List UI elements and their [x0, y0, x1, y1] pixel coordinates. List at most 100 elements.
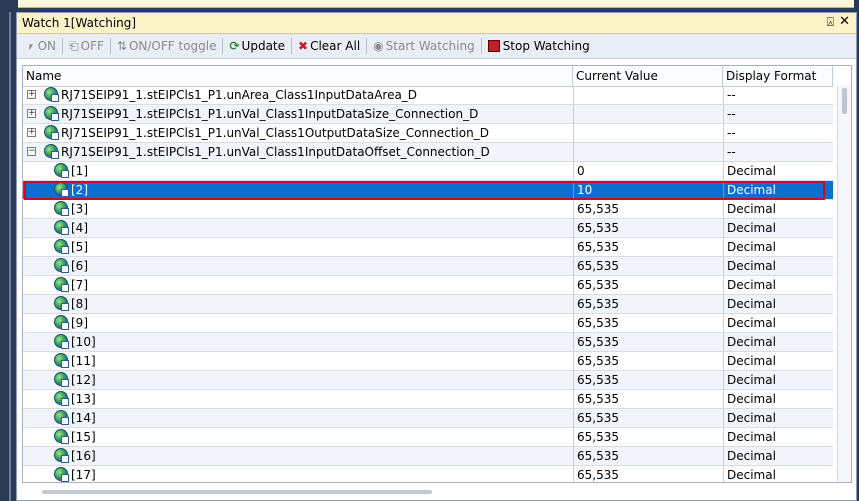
display-format-cell[interactable]: Decimal — [723, 409, 833, 427]
name-cell: [7] — [23, 276, 573, 294]
current-value-cell[interactable]: 65,535 — [573, 409, 723, 427]
table-row[interactable]: [1] 0 Decimal — [23, 162, 833, 181]
element-name: [6] — [71, 259, 88, 273]
display-format-cell[interactable]: Decimal — [723, 257, 833, 275]
display-format-cell[interactable]: Decimal — [723, 447, 833, 465]
display-format-cell[interactable]: Decimal — [723, 181, 833, 199]
table-row[interactable]: [15] 65,535 Decimal — [23, 428, 833, 447]
display-format-cell[interactable]: Decimal — [723, 466, 833, 482]
column-header-current-value[interactable]: Current Value — [573, 66, 723, 86]
current-value-cell[interactable]: 65,535 — [573, 257, 723, 275]
display-format-cell[interactable]: Decimal — [723, 428, 833, 446]
close-icon[interactable]: ✕ — [839, 14, 850, 29]
vertical-scrollbar[interactable] — [837, 86, 851, 482]
display-format-cell[interactable]: Decimal — [723, 219, 833, 237]
horizontal-scroll-thumb[interactable] — [42, 490, 432, 494]
current-value-cell[interactable]: 0 — [573, 162, 723, 180]
table-row[interactable]: [17] 65,535 Decimal — [23, 466, 833, 482]
table-row-selected[interactable]: [2] 10 Decimal — [23, 181, 833, 200]
display-format-cell[interactable]: Decimal — [723, 276, 833, 294]
collapse-icon[interactable]: − — [27, 147, 36, 156]
current-value-cell[interactable] — [573, 124, 723, 142]
display-format-cell[interactable]: -- — [723, 143, 833, 161]
name-cell: [3] — [23, 200, 573, 218]
current-value-cell[interactable]: 65,535 — [573, 447, 723, 465]
name-cell: [2] — [23, 181, 573, 199]
table-row[interactable]: [8] 65,535 Decimal — [23, 295, 833, 314]
horizontal-scrollbar[interactable] — [22, 486, 852, 498]
expand-icon[interactable]: + — [27, 109, 36, 118]
toolbar-separator — [366, 38, 368, 54]
current-value-cell[interactable]: 65,535 — [573, 238, 723, 256]
current-value-cell[interactable]: 65,535 — [573, 352, 723, 370]
table-row[interactable]: [12] 65,535 Decimal — [23, 371, 833, 390]
table-row[interactable]: [10] 65,535 Decimal — [23, 333, 833, 352]
name-cell: + RJ71SEIP91_1.stEIPCls1_P1.unArea_Class… — [23, 86, 573, 104]
element-name: [9] — [71, 316, 88, 330]
name-cell: [5] — [23, 238, 573, 256]
current-value-cell[interactable] — [573, 143, 723, 161]
current-value-cell[interactable]: 65,535 — [573, 219, 723, 237]
table-row[interactable]: [13] 65,535 Decimal — [23, 390, 833, 409]
display-format-cell[interactable]: Decimal — [723, 238, 833, 256]
current-value-cell[interactable]: 65,535 — [573, 466, 723, 482]
current-value-cell[interactable]: 65,535 — [573, 200, 723, 218]
current-value-cell[interactable]: 10 — [573, 181, 723, 199]
display-format-cell[interactable]: Decimal — [723, 295, 833, 313]
display-format-cell[interactable]: Decimal — [723, 162, 833, 180]
stop-watching-button[interactable]: Stop Watching — [485, 36, 593, 56]
current-value-cell[interactable]: 65,535 — [573, 314, 723, 332]
display-format-cell[interactable]: Decimal — [723, 333, 833, 351]
display-format-cell[interactable]: -- — [723, 105, 833, 123]
table-row[interactable]: [4] 65,535 Decimal — [23, 219, 833, 238]
on-button[interactable]: ⎖ ON — [23, 36, 59, 56]
current-value-cell[interactable]: 65,535 — [573, 371, 723, 389]
clear-all-button[interactable]: ✖ Clear All — [295, 36, 363, 56]
global-label-icon — [54, 296, 69, 311]
start-watching-button[interactable]: ◉ Start Watching — [370, 36, 478, 56]
on-off-toggle-button[interactable]: ⇅ ON/OFF toggle — [114, 36, 220, 56]
display-format-cell[interactable]: -- — [723, 86, 833, 104]
display-format-cell[interactable]: Decimal — [723, 390, 833, 408]
table-row[interactable]: + RJ71SEIP91_1.stEIPCls1_P1.unVal_Class1… — [23, 124, 833, 143]
column-header-name[interactable]: Name — [23, 66, 573, 86]
element-name: [3] — [71, 202, 88, 216]
current-value-cell[interactable]: 65,535 — [573, 276, 723, 294]
toolbar-separator — [62, 38, 64, 54]
current-value-cell[interactable]: 65,535 — [573, 428, 723, 446]
table-row[interactable]: [6] 65,535 Decimal — [23, 257, 833, 276]
table-row[interactable]: [9] 65,535 Decimal — [23, 314, 833, 333]
table-row[interactable]: [3] 65,535 Decimal — [23, 200, 833, 219]
toggle-contact-icon: ⇅ — [116, 39, 127, 53]
table-row[interactable]: + RJ71SEIP91_1.stEIPCls1_P1.unArea_Class… — [23, 86, 833, 105]
off-button[interactable]: ⎗ OFF — [66, 36, 107, 56]
current-value-cell[interactable]: 65,535 — [573, 390, 723, 408]
current-value-cell[interactable] — [573, 105, 723, 123]
current-value-cell[interactable]: 65,535 — [573, 295, 723, 313]
table-row[interactable]: [14] 65,535 Decimal — [23, 409, 833, 428]
element-name: [7] — [71, 278, 88, 292]
expand-icon[interactable]: + — [27, 128, 36, 137]
vertical-scroll-thumb[interactable] — [842, 88, 847, 114]
display-format-cell[interactable]: Decimal — [723, 371, 833, 389]
display-format-cell[interactable]: Decimal — [723, 352, 833, 370]
display-format-cell[interactable]: Decimal — [723, 314, 833, 332]
top-document-strip — [0, 0, 859, 12]
toolbar-separator — [480, 38, 482, 54]
display-format-cell[interactable]: Decimal — [723, 200, 833, 218]
display-format-cell[interactable]: -- — [723, 124, 833, 142]
pin-icon[interactable]: ⍓ — [827, 15, 834, 30]
watch-panel: Watch 1[Watching] ⍓ ✕ ⎖ ON ⎗ OFF ⇅ ON/OF… — [16, 12, 857, 501]
stop-watch-icon — [487, 40, 500, 52]
update-button[interactable]: ⟳ Update — [226, 36, 288, 56]
column-header-display-format[interactable]: Display Format — [723, 66, 833, 86]
current-value-cell[interactable]: 65,535 — [573, 333, 723, 351]
current-value-cell[interactable] — [573, 86, 723, 104]
table-row[interactable]: + RJ71SEIP91_1.stEIPCls1_P1.unVal_Class1… — [23, 105, 833, 124]
table-row[interactable]: [16] 65,535 Decimal — [23, 447, 833, 466]
expand-icon[interactable]: + — [27, 90, 36, 99]
table-row[interactable]: − RJ71SEIP91_1.stEIPCls1_P1.unVal_Class1… — [23, 143, 833, 162]
table-row[interactable]: [5] 65,535 Decimal — [23, 238, 833, 257]
table-row[interactable]: [11] 65,535 Decimal — [23, 352, 833, 371]
table-row[interactable]: [7] 65,535 Decimal — [23, 276, 833, 295]
